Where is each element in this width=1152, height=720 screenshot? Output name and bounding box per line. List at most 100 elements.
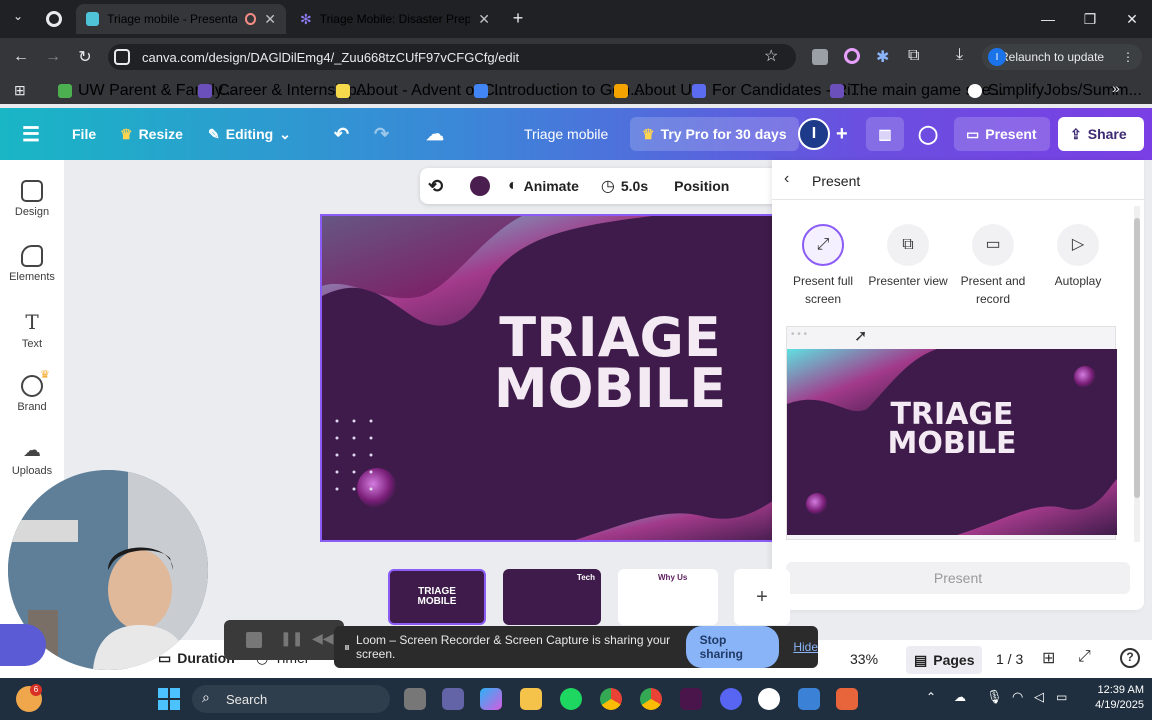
loom-rewind-icon[interactable]: ◀◀ — [312, 630, 334, 647]
volume-icon[interactable]: ◁ — [1034, 689, 1044, 705]
new-tab-icon[interactable]: + — [508, 8, 528, 28]
spotify-icon[interactable] — [560, 688, 582, 710]
comments-icon[interactable]: ◯ — [918, 108, 938, 160]
page-thumbnail-2[interactable]: Tech — [503, 569, 601, 625]
wifi-icon[interactable]: ◠ — [1012, 689, 1023, 705]
tray-chevron-icon[interactable]: ⌃ — [926, 690, 936, 704]
cloud-saved-icon[interactable]: ☁ — [426, 108, 444, 160]
loom-pause-icon[interactable]: ❚❚ — [280, 630, 303, 647]
text-t-icon: T — [25, 310, 39, 334]
teams-icon[interactable] — [442, 688, 464, 710]
hamburger-menu-icon[interactable]: ☰ — [22, 108, 40, 160]
address-bar[interactable]: canva.com/design/DAGlDilEmg4/_Zuu668tzCU… — [108, 44, 796, 70]
undo-icon[interactable]: ↶ — [334, 108, 349, 160]
option-presenter-view[interactable]: ⧉ Presenter view — [868, 224, 948, 290]
grid-view-icon[interactable]: ⊞ — [1042, 648, 1055, 668]
page-thumbnail-1[interactable]: TRIAGE MOBILE — [388, 569, 486, 625]
help-icon[interactable]: ? — [1120, 648, 1140, 668]
page-thumbnail-3[interactable]: Why Us — [618, 569, 718, 625]
taskbar-clock[interactable]: 12:39 AM 4/19/2025 — [1084, 683, 1144, 714]
forward-icon[interactable]: → — [40, 44, 66, 70]
extensions-puzzle-icon[interactable]: ⧉ — [908, 47, 919, 65]
resize-button[interactable]: ♛ Resize — [120, 108, 183, 160]
bookmark-about-us[interactable]: About Us — [614, 82, 700, 100]
rail-design[interactable]: Design — [0, 180, 64, 218]
pages-button[interactable]: ▤ Pages — [906, 646, 983, 674]
bookmark-star-icon[interactable]: ☆ — [764, 46, 778, 66]
hide-banner-link[interactable]: Hide — [793, 640, 818, 654]
chrome-profile-icon[interactable] — [640, 688, 662, 710]
extension-icon[interactable] — [812, 49, 828, 65]
more-bookmarks-icon[interactable]: » — [1112, 80, 1120, 96]
rail-uploads[interactable]: ☁ Uploads — [0, 440, 64, 477]
pause-share-icon[interactable]: ⏸ — [344, 640, 350, 655]
chrome-icon[interactable] — [600, 688, 622, 710]
close-tab-icon[interactable]: ✕ — [478, 11, 490, 28]
back-chevron-icon[interactable]: ‹ — [784, 170, 789, 188]
back-icon[interactable]: ← — [8, 44, 34, 70]
option-present-and-record[interactable]: ▭ Present and record — [953, 224, 1033, 308]
file-menu-button[interactable]: File — [72, 108, 96, 160]
fullscreen-icon[interactable]: ⤢ — [1078, 648, 1091, 666]
document-title[interactable]: Triage mobile — [524, 108, 608, 160]
rail-elements[interactable]: Elements — [0, 245, 64, 283]
loom-widget[interactable] — [0, 624, 46, 666]
reload-icon[interactable]: ↻ — [72, 44, 98, 70]
record-icon[interactable] — [46, 11, 62, 27]
slack-icon[interactable] — [680, 688, 702, 710]
close-window-icon[interactable]: ✕ — [1110, 0, 1152, 38]
photos-icon[interactable] — [798, 688, 820, 710]
site-info-icon[interactable] — [114, 49, 130, 65]
position-button[interactable]: Position — [674, 178, 729, 194]
rail-text[interactable]: T Text — [0, 310, 64, 350]
editing-mode-button[interactable]: ✎ Editing ⌄ — [208, 108, 291, 160]
scrollbar-thumb[interactable] — [1134, 218, 1140, 498]
apps-grid-icon[interactable]: ⊞ — [14, 82, 26, 99]
duration-button[interactable]: 5.0s — [621, 178, 648, 194]
profile-avatar[interactable]: I — [988, 48, 1006, 66]
panel-scrollbar[interactable] — [1134, 206, 1140, 542]
stop-sharing-button[interactable]: Stop sharing — [685, 626, 780, 668]
chatgpt-icon[interactable] — [758, 688, 780, 710]
present-button[interactable]: Present — [786, 562, 1130, 594]
redo-icon[interactable]: ↷ — [374, 108, 389, 160]
restore-icon[interactable]: ❐ — [1068, 0, 1112, 38]
battery-icon[interactable]: ▭ — [1056, 690, 1067, 704]
try-pro-button[interactable]: ♛ Try Pro for 30 days — [630, 117, 799, 151]
claude-icon[interactable] — [836, 688, 858, 710]
microphone-icon[interactable]: 🎙︎ — [986, 689, 1003, 705]
slide-title[interactable]: TRIAGE MOBILE — [490, 310, 730, 416]
taskbar-search[interactable]: Search — [192, 685, 390, 713]
tab-triage-presentation[interactable]: Triage mobile - Presentation ✕ — [76, 4, 286, 34]
colorzilla-icon[interactable] — [844, 48, 860, 64]
rail-brand[interactable]: Brand — [0, 375, 64, 413]
present-header-button[interactable]: ▭ Present — [954, 117, 1050, 151]
discord-icon[interactable] — [720, 688, 742, 710]
share-button[interactable]: ⇪ Share — [1058, 117, 1144, 151]
tab-search-icon[interactable]: ⌄ — [8, 9, 28, 29]
loom-stop-icon[interactable] — [246, 632, 262, 648]
task-view-icon[interactable] — [404, 688, 426, 710]
user-avatar[interactable]: I — [798, 118, 830, 150]
tray-app-icon[interactable]: ☁ — [954, 690, 966, 704]
option-present-full-screen[interactable]: ⤢ Present full screen — [783, 224, 863, 308]
insights-chart-icon[interactable]: ▥ — [866, 117, 904, 151]
start-windows-icon[interactable] — [158, 688, 180, 710]
add-page-icon[interactable]: + — [734, 569, 790, 625]
minimize-icon[interactable]: — — [1026, 0, 1070, 38]
copilot-icon[interactable] — [480, 688, 502, 710]
magic-switch-icon[interactable]: ⟲ — [428, 176, 448, 197]
file-explorer-icon[interactable] — [520, 688, 542, 710]
option-label: Present full screen — [792, 274, 854, 306]
tab-triage-disaster[interactable]: ✻ Triage Mobile: Disaster Prepare ✕ — [290, 4, 500, 34]
close-tab-icon[interactable]: ✕ — [264, 11, 276, 28]
relaunch-button[interactable]: Relaunch to update ⋮ — [982, 44, 1142, 70]
extension-badge-icon[interactable]: ✱ — [876, 47, 889, 67]
download-icon[interactable]: ⤓ — [956, 46, 963, 64]
add-collaborator-icon[interactable]: + — [836, 108, 848, 160]
option-autoplay[interactable]: ▷ Autoplay — [1038, 224, 1118, 290]
slide-canvas[interactable]: TRIAGE MOBILE — [320, 214, 780, 542]
zoom-level[interactable]: 33% — [850, 651, 878, 667]
color-swatch[interactable] — [470, 176, 490, 196]
animate-button[interactable]: Animate — [524, 178, 579, 194]
